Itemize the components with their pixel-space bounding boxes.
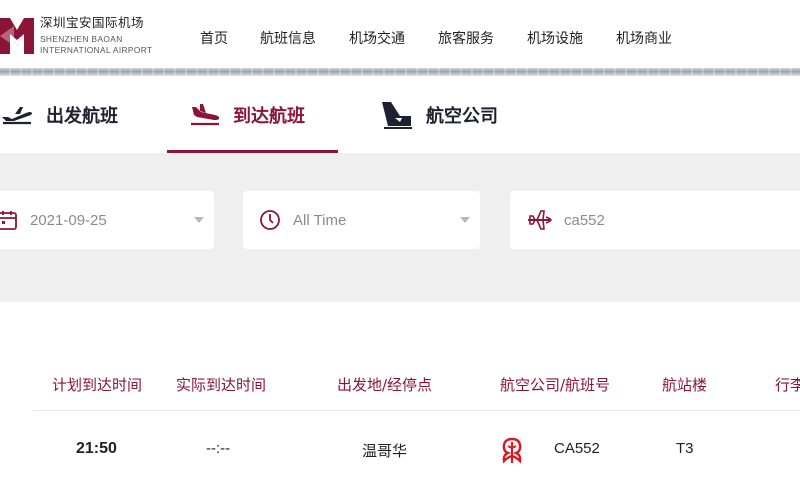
table-divider (33, 410, 800, 411)
airport-logo-icon (0, 18, 34, 54)
origin-city: 温哥华 (362, 442, 408, 460)
airline-tail-icon (382, 101, 412, 129)
date-select[interactable]: 2021-09-25 (0, 191, 214, 249)
arrivals-table: 计划到达时间 实际到达时间 出发地/经停点 航空公司/航班号 航站楼 行李 21… (0, 302, 800, 487)
banner-strip (0, 68, 800, 76)
flight-tabs: 出发航班 到达航班 航空公司 (0, 76, 800, 153)
nav-item-commerce[interactable]: 机场商业 (616, 28, 672, 48)
clock-icon (260, 210, 280, 230)
chevron-down-icon (194, 217, 204, 223)
departure-plane-icon (2, 106, 32, 124)
chevron-down-icon (460, 217, 470, 223)
terminal: T3 (676, 440, 694, 457)
logo-name-en-line2: INTERNATIONAL AIRPORT (40, 45, 153, 56)
airport-logo[interactable]: 深圳宝安国际机场 SHENZHEN BAOAN INTERNATIONAL AI… (0, 14, 152, 58)
tab-airlines-label: 航空公司 (426, 105, 498, 127)
time-value: All Time (293, 211, 347, 229)
logo-name-cn: 深圳宝安国际机场 (40, 15, 145, 31)
arrival-plane-icon (191, 103, 220, 125)
scheduled-time: 21:50 (76, 440, 117, 457)
header-origin: 出发地/经停点 (337, 376, 433, 394)
tab-arrivals-label: 到达航班 (233, 105, 305, 127)
header-terminal: 航站楼 (662, 376, 708, 394)
flight-number-value: ca552 (564, 211, 605, 229)
logo-name-en-line1: SHENZHEN BAOAN (40, 33, 123, 44)
air-china-logo-icon (502, 437, 522, 464)
tab-airlines[interactable]: 航空公司 (378, 76, 498, 153)
table-header: 计划到达时间 实际到达时间 出发地/经停点 航空公司/航班号 航站楼 行李 (0, 374, 800, 398)
header-actual-time: 实际到达时间 (176, 376, 267, 394)
main-nav: 首页 航班信息 机场交通 旅客服务 机场设施 机场商业 (200, 28, 705, 48)
table-row[interactable]: 21:50 --:-- 温哥华 CA552 T3 (0, 432, 800, 472)
plane-icon (528, 210, 552, 230)
date-value: 2021-09-25 (30, 211, 107, 229)
header-baggage: 行李 (775, 376, 800, 394)
header-scheduled-time: 计划到达时间 (52, 376, 143, 394)
tab-departures[interactable]: 出发航班 (0, 76, 118, 153)
tab-arrivals[interactable]: 到达航班 (167, 76, 338, 153)
nav-item-home[interactable]: 首页 (200, 28, 228, 48)
nav-item-facilities[interactable]: 机场设施 (527, 28, 583, 48)
time-select[interactable]: All Time (243, 191, 480, 249)
flight-number: CA552 (554, 440, 600, 457)
header-airline-flight: 航空公司/航班号 (500, 376, 611, 394)
flight-number-input[interactable]: ca552 (510, 191, 800, 249)
site-header: 深圳宝安国际机场 SHENZHEN BAOAN INTERNATIONAL AI… (0, 0, 800, 70)
nav-item-transport[interactable]: 机场交通 (349, 28, 405, 48)
flight-filter-panel: 2021-09-25 All Time ca552 (0, 153, 800, 302)
nav-item-flight-info[interactable]: 航班信息 (260, 28, 316, 48)
actual-time: --:-- (206, 440, 231, 457)
tab-departures-label: 出发航班 (46, 105, 118, 127)
calendar-icon (0, 211, 17, 230)
nav-item-passenger-services[interactable]: 旅客服务 (438, 28, 494, 48)
